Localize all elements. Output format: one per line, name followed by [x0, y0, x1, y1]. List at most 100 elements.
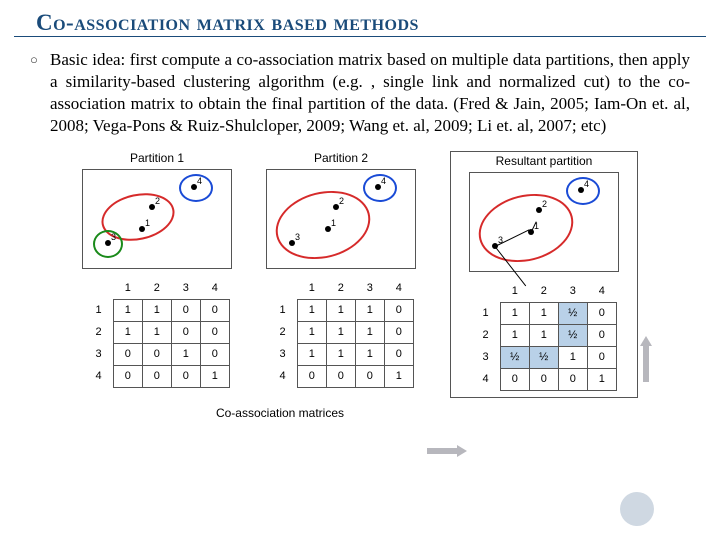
cluster-circle-red — [471, 184, 580, 271]
bullet-text: Basic idea: first compute a co-associati… — [50, 49, 690, 137]
matrix-cell: 0 — [171, 321, 200, 343]
row-head: 3 — [84, 343, 113, 365]
matrix-cell: 1 — [297, 299, 326, 321]
matrix-cell: 0 — [384, 343, 413, 365]
scatter-r: 1 2 3 4 — [469, 172, 619, 272]
col-head: 3 — [558, 280, 587, 302]
figure-caption: Co-association matrices — [0, 406, 720, 420]
matrix-cell: 1 — [171, 343, 200, 365]
matrix-cell: ½ — [558, 324, 587, 346]
col-head: 3 — [171, 277, 200, 299]
row-head: 1 — [84, 299, 113, 321]
row-head: 3 — [471, 346, 500, 368]
matrix-cell: 1 — [297, 321, 326, 343]
matrix-1: 1 2 3 4 1 1 1 0 0 2 1 1 0 0 3 0 0 1 0 — [84, 277, 230, 388]
col-head: 4 — [587, 280, 616, 302]
row-head: 2 — [268, 321, 297, 343]
matrix-cell: 1 — [326, 321, 355, 343]
matrix-cell: 1 — [326, 299, 355, 321]
row-head: 2 — [84, 321, 113, 343]
matrix-cell: 0 — [200, 343, 229, 365]
point-label: 3 — [498, 235, 503, 245]
panel-partition-2: Partition 2 1 2 3 4 1 2 3 4 1 1 1 1 — [266, 151, 416, 398]
col-head: 3 — [355, 277, 384, 299]
point-label: 4 — [584, 179, 589, 189]
cluster-circle-red — [268, 181, 377, 268]
matrix-cell: 0 — [529, 368, 558, 390]
col-head: 1 — [113, 277, 142, 299]
matrix-cell: 1 — [384, 365, 413, 387]
matrix-cell: 1 — [297, 343, 326, 365]
panel-r-title: Resultant partition — [496, 154, 593, 168]
matrix-cell: 1 — [142, 299, 171, 321]
matrix-cell: ½ — [529, 346, 558, 368]
point-label: 2 — [155, 196, 160, 206]
matrix-cell: 1 — [113, 321, 142, 343]
row-head: 2 — [471, 324, 500, 346]
matrix-cell: 0 — [355, 365, 384, 387]
matrix-cell: 1 — [142, 321, 171, 343]
matrix-cell: 1 — [529, 324, 558, 346]
panel-resultant: Resultant partition 1 2 3 4 1 2 3 4 1 — [450, 151, 638, 398]
matrix-cell: 0 — [587, 346, 616, 368]
matrix-cell: 1 — [529, 302, 558, 324]
row-head: 4 — [268, 365, 297, 387]
figure-area: Partition 1 1 2 3 4 1 2 3 4 1 1 1 0 — [0, 151, 720, 398]
matrix-cell: 1 — [200, 365, 229, 387]
matrix-cell: 1 — [113, 299, 142, 321]
point-label: 3 — [295, 232, 300, 242]
matrix-cell: ½ — [558, 302, 587, 324]
matrix-cell: 0 — [297, 365, 326, 387]
row-head: 3 — [268, 343, 297, 365]
matrix-cell: 0 — [587, 302, 616, 324]
page-title: Co-association matrix based methods — [14, 0, 706, 37]
matrix-cell: 0 — [384, 321, 413, 343]
point-label: 1 — [331, 218, 336, 228]
scatter-1: 1 2 3 4 — [82, 169, 232, 269]
matrix-cell: 1 — [500, 324, 529, 346]
matrix-cell: 0 — [587, 324, 616, 346]
matrix-cell: 0 — [384, 299, 413, 321]
panel-partition-1: Partition 1 1 2 3 4 1 2 3 4 1 1 1 0 — [82, 151, 232, 398]
col-head: 4 — [384, 277, 413, 299]
col-head: 2 — [326, 277, 355, 299]
col-head: 2 — [529, 280, 558, 302]
row-head: 4 — [84, 365, 113, 387]
matrix-cell: 0 — [500, 368, 529, 390]
matrix-cell: 1 — [558, 346, 587, 368]
row-head: 1 — [471, 302, 500, 324]
matrix-cell: 1 — [500, 302, 529, 324]
arrow-up-icon — [640, 336, 652, 382]
matrix-cell: 0 — [142, 343, 171, 365]
panel-1-title: Partition 1 — [130, 151, 184, 165]
matrix-cell: 0 — [200, 321, 229, 343]
matrix-cell: 1 — [355, 299, 384, 321]
matrix-2: 1 2 3 4 1 1 1 1 0 2 1 1 1 0 3 1 1 1 0 — [268, 277, 414, 388]
matrix-cell: ½ — [500, 346, 529, 368]
matrix-cell: 1 — [355, 321, 384, 343]
bullet-item: ○ Basic idea: first compute a co-associa… — [0, 49, 720, 137]
matrix-cell: 0 — [558, 368, 587, 390]
row-head: 4 — [471, 368, 500, 390]
point-label: 1 — [145, 218, 150, 228]
point-label: 1 — [534, 221, 539, 231]
col-head: 4 — [200, 277, 229, 299]
matrix-cell: 0 — [171, 299, 200, 321]
matrix-cell: 0 — [326, 365, 355, 387]
col-head: 2 — [142, 277, 171, 299]
decor-circle-icon — [620, 492, 654, 526]
arrow-right-icon — [427, 445, 467, 457]
matrix-cell: 0 — [113, 343, 142, 365]
matrix-r: 1 2 3 4 1 1 1 ½ 0 2 1 1 ½ 0 3 ½ ½ 1 0 — [471, 280, 617, 391]
point-label: 4 — [197, 176, 202, 186]
point-label: 4 — [381, 176, 386, 186]
matrix-cell: 1 — [355, 343, 384, 365]
point-label: 2 — [542, 199, 547, 209]
point-label: 2 — [339, 196, 344, 206]
col-head: 1 — [297, 277, 326, 299]
bullet-marker-icon: ○ — [30, 49, 50, 137]
matrix-cell: 0 — [113, 365, 142, 387]
panel-2-title: Partition 2 — [314, 151, 368, 165]
matrix-cell: 0 — [171, 365, 200, 387]
scatter-2: 1 2 3 4 — [266, 169, 416, 269]
